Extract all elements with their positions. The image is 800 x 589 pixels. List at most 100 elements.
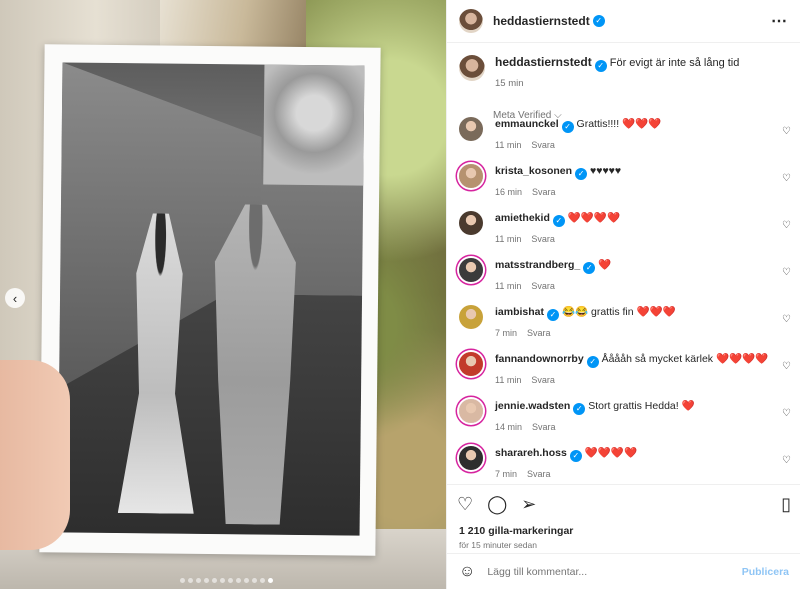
caption-text: För evigt är inte så lång tid <box>609 57 740 69</box>
comment-like-icon[interactable]: ♡ <box>782 220 791 231</box>
comment-list: emmaunckel ✓ Grattis!!!! ❤️❤️❤️ 11 min Svar… <box>447 117 800 493</box>
comment-like-icon[interactable]: ♡ <box>782 173 791 184</box>
post-media: ‹ <box>0 0 446 589</box>
comment-body: amiethekid ✓ ❤️❤️❤️❤️ 11 min Svara <box>495 211 620 246</box>
comment-time: 7 min <box>495 469 518 479</box>
more-options-icon[interactable]: ⋯ <box>771 11 788 31</box>
commenter-username[interactable]: iambishat <box>495 306 544 318</box>
verified-icon: ✓ <box>594 60 607 72</box>
commenter-avatar[interactable] <box>459 117 483 141</box>
commenter-username[interactable]: emmaunckel <box>495 118 559 130</box>
caption-avatar[interactable] <box>459 55 485 81</box>
carousel-dot <box>244 578 249 583</box>
verified-icon: ✓ <box>561 121 574 133</box>
commenter-username[interactable]: fannandownorrby <box>495 353 584 365</box>
comment-like-icon[interactable]: ♡ <box>782 455 791 466</box>
carousel-prev-button[interactable]: ‹ <box>5 288 25 308</box>
reply-button[interactable]: Svara <box>531 375 555 385</box>
commenter-username[interactable]: jennie.wadsten <box>495 400 570 412</box>
like-icon[interactable]: ♡ <box>457 494 473 515</box>
commenter-username[interactable]: sharareh.hoss <box>495 447 567 459</box>
author-avatar[interactable] <box>459 9 483 33</box>
post-actions: ♡ ◯ ➢ ▯ 1 210 gilla-markeringar för 15 m… <box>447 484 800 589</box>
comment-time: 14 min <box>495 422 523 432</box>
comment-text: Ååååh så mycket kärlek ❤️❤️❤️❤️ <box>601 353 769 365</box>
commenter-avatar[interactable] <box>459 164 483 188</box>
post-comment-button[interactable]: Publicera <box>742 566 789 578</box>
share-icon[interactable]: ➢ <box>521 494 536 515</box>
reply-button[interactable]: Svara <box>531 234 555 244</box>
verified-icon: ✓ <box>552 215 565 227</box>
carousel-dot <box>220 578 225 583</box>
comment-time: 11 min <box>495 234 522 244</box>
comment-item: fannandownorrby ✓ Ååååh så mycket kärlek … <box>447 352 800 399</box>
save-icon[interactable]: ▯ <box>781 494 791 515</box>
like-count[interactable]: 1 210 gilla-markeringar <box>447 515 800 537</box>
comment-like-icon[interactable]: ♡ <box>782 408 791 419</box>
caption-username[interactable]: heddastiernstedt <box>495 55 592 69</box>
verified-icon: ✓ <box>583 262 596 274</box>
commenter-avatar[interactable] <box>459 399 483 423</box>
carousel-dot <box>252 578 257 583</box>
carousel-dot <box>268 578 273 583</box>
comment-body: fannandownorrby ✓ Ååååh så mycket kärlek … <box>495 352 768 387</box>
post-panel: heddastiernstedt ✓ ⋯ heddastiernstedt ✓ F… <box>446 0 800 589</box>
comment-item: amiethekid ✓ ❤️❤️❤️❤️ 11 min Svara ♡ <box>447 211 800 258</box>
commenter-avatar[interactable] <box>459 305 483 329</box>
comment-body: matsstrandberg_ ✓ ❤️ 11 min Svara <box>495 258 611 293</box>
commenter-avatar[interactable] <box>459 258 483 282</box>
reply-button[interactable]: Svara <box>531 140 555 150</box>
carousel-dot <box>236 578 241 583</box>
comment-like-icon[interactable]: ♡ <box>782 314 791 325</box>
carousel-dot <box>212 578 217 583</box>
comment-like-icon[interactable]: ♡ <box>782 126 791 137</box>
comment-body: iambishat ✓ 😂😂 grattis fin ❤️❤️❤️ 7 min Sva… <box>495 305 676 340</box>
carousel-dot <box>228 578 233 583</box>
reply-button[interactable]: Svara <box>531 281 555 291</box>
comment-input[interactable] <box>487 565 718 578</box>
wedding-photo <box>57 62 365 536</box>
comment-item: jennie.wadsten ✓ Stort grattis Hedda! ❤️ 1… <box>447 399 800 446</box>
comment-like-icon[interactable]: ♡ <box>782 361 791 372</box>
emoji-icon[interactable]: ☺ <box>459 563 475 581</box>
commenter-username[interactable]: krista_kosonen <box>495 165 572 177</box>
carousel-dot <box>204 578 209 583</box>
comment-body: sharareh.hoss ✓ ❤️❤️❤️❤️ 7 min Svara <box>495 446 637 481</box>
comment-body: krista_kosonen ✓ ♥♥♥♥♥ 16 min Svara <box>495 164 621 199</box>
commenter-avatar[interactable] <box>459 446 483 470</box>
comment-item: matsstrandberg_ ✓ ❤️ 11 min Svara ♡ <box>447 258 800 305</box>
carousel-dot <box>188 578 193 583</box>
comment-time: 11 min <box>495 375 522 385</box>
comment-text: ❤️ <box>598 259 612 271</box>
comment-item: krista_kosonen ✓ ♥♥♥♥♥ 16 min Svara ♡ <box>447 164 800 211</box>
printed-photo <box>39 44 381 556</box>
comment-text: ♥♥♥♥♥ <box>589 165 622 177</box>
author-username[interactable]: heddastiernstedt <box>493 14 590 28</box>
verified-icon: ✓ <box>547 309 560 321</box>
reply-button[interactable]: Svara <box>532 187 556 197</box>
caption: heddastiernstedt ✓ För evigt är inte så l… <box>447 43 800 91</box>
comment-time: 16 min <box>495 187 523 197</box>
carousel-dots <box>180 578 273 583</box>
verified-icon: ✓ <box>575 168 588 180</box>
comment-icon[interactable]: ◯ <box>487 494 507 515</box>
commenter-avatar[interactable] <box>459 211 483 235</box>
comment-text: 😂😂 grattis fin ❤️❤️❤️ <box>561 306 676 318</box>
commenter-avatar[interactable] <box>459 352 483 376</box>
holding-hand <box>0 360 70 550</box>
verified-icon: ✓ <box>573 403 586 415</box>
reply-button[interactable]: Svara <box>527 469 551 479</box>
carousel-dot <box>196 578 201 583</box>
comment-text: Grattis!!!! ❤️❤️❤️ <box>576 118 662 130</box>
reply-button[interactable]: Svara <box>527 328 551 338</box>
comment-text: ❤️❤️❤️❤️ <box>584 447 638 459</box>
comment-item: iambishat ✓ 😂😂 grattis fin ❤️❤️❤️ 7 min Sva… <box>447 305 800 352</box>
commenter-username[interactable]: amiethekid <box>495 212 550 224</box>
reply-button[interactable]: Svara <box>532 422 556 432</box>
commenter-username[interactable]: matsstrandberg_ <box>495 259 580 271</box>
comment-text: Stort grattis Hedda! ❤️ <box>588 400 695 412</box>
comment-text: ❤️❤️❤️❤️ <box>567 212 621 224</box>
comment-time: 11 min <box>495 140 522 150</box>
comment-like-icon[interactable]: ♡ <box>782 267 791 278</box>
posted-time: för 15 minuter sedan <box>459 540 537 550</box>
